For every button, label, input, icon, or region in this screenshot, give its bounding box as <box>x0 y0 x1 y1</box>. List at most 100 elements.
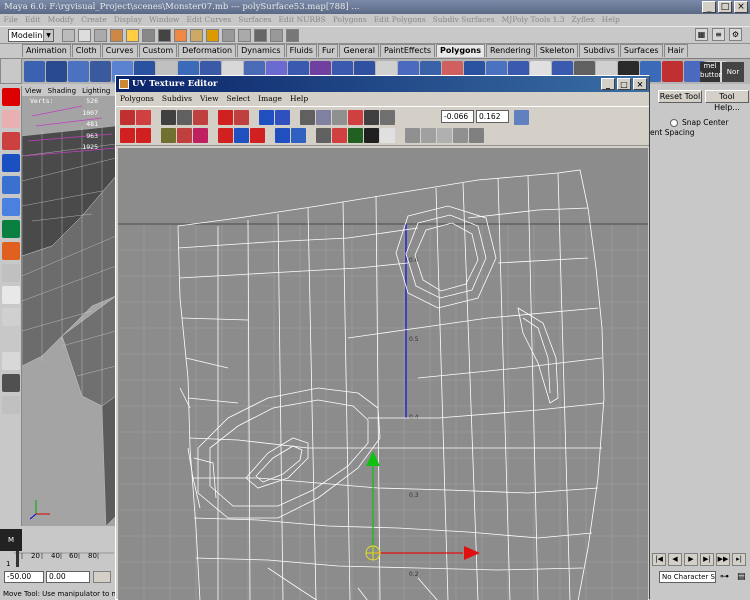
paint-select-icon[interactable] <box>2 132 20 150</box>
shelf-menu-button[interactable] <box>0 58 22 84</box>
shelf-tool-1-icon[interactable] <box>24 61 45 82</box>
go-to-start-icon[interactable]: |◀ <box>652 553 666 566</box>
layout-four-icon[interactable] <box>2 308 20 326</box>
layout-hypershade-icon[interactable] <box>2 396 20 414</box>
menu-display[interactable]: Display <box>110 15 145 24</box>
end-frame-icon[interactable]: ▸| <box>732 553 746 566</box>
shelf-tab-subdivs[interactable]: Subdivs <box>579 44 619 57</box>
snap-curve-icon[interactable] <box>190 29 203 42</box>
uv-tool-a-5-icon[interactable] <box>177 110 192 125</box>
copy-uv-icon[interactable] <box>514 110 529 125</box>
ipr-icon[interactable] <box>270 29 283 42</box>
channel-box-icon[interactable]: ▦ <box>695 28 708 41</box>
step-forward-icon[interactable]: ▶| <box>700 553 714 566</box>
menu-modify[interactable]: Modify <box>44 15 77 24</box>
layout-graph-icon[interactable] <box>2 374 20 392</box>
uv-tool-b-12-icon[interactable] <box>275 128 290 143</box>
tool-help-button[interactable]: Tool Help... <box>705 90 749 112</box>
uv-tool-b-16-icon[interactable] <box>332 128 347 143</box>
menu-zyflex[interactable]: Zyflex <box>568 15 598 24</box>
snap-center-option[interactable]: Snap Center <box>670 118 729 127</box>
viewport-menu-view[interactable]: View <box>22 87 45 95</box>
normals-shelf-icon[interactable]: Nor <box>722 62 744 82</box>
mode-dropdown[interactable]: Modeling ▼ <box>8 29 54 42</box>
maximize-button[interactable]: □ <box>718 1 732 13</box>
tool-settings-icon[interactable]: ⚙ <box>729 28 742 41</box>
shelf-tab-skeleton[interactable]: Skeleton <box>535 44 579 57</box>
menu-edit[interactable]: Edit <box>21 15 44 24</box>
prefs-icon[interactable]: ▤ <box>737 572 746 582</box>
uv-menu-polygons[interactable]: Polygons <box>116 94 158 103</box>
uv-tool-b-1-icon[interactable] <box>120 128 135 143</box>
menu-file[interactable]: File <box>0 15 21 24</box>
reset-tool-button[interactable]: Reset Tool <box>658 90 702 103</box>
menu-window[interactable]: Window <box>145 15 183 24</box>
range-start-field[interactable]: -50.00 <box>4 571 44 583</box>
shelf-tab-polygons[interactable]: Polygons <box>436 44 486 57</box>
menu-edit-nurbs[interactable]: Edit NURBS <box>275 15 329 24</box>
uv-tool-b-21-icon[interactable] <box>405 128 420 143</box>
current-time-field[interactable]: 0.00 <box>46 571 90 583</box>
shelf-tab-rendering[interactable]: Rendering <box>486 44 535 57</box>
range-slider-handle[interactable] <box>93 571 111 583</box>
shelf-tab-dynamics[interactable]: Dynamics <box>237 44 285 57</box>
menu-polygons[interactable]: Polygons <box>329 15 370 24</box>
shelf-tool-3-icon[interactable] <box>68 61 89 82</box>
save-scene-icon[interactable] <box>110 29 123 42</box>
uv-tool-a-15-icon[interactable] <box>316 110 331 125</box>
shelf-tab-animation[interactable]: Animation <box>22 44 71 57</box>
viewport-menu-lighting[interactable]: Lighting <box>79 87 113 95</box>
menu-create[interactable]: Create <box>78 15 111 24</box>
uv-menu-view[interactable]: View <box>196 94 223 103</box>
last-tool-icon[interactable] <box>2 264 20 282</box>
uv-tool-a-19-icon[interactable] <box>380 110 395 125</box>
menu-edit-curves[interactable]: Edit Curves <box>183 15 235 24</box>
shelf-tab-surfaces[interactable]: Surfaces <box>619 44 663 57</box>
minimize-button[interactable]: _ <box>702 1 716 13</box>
shelf-tab-fluids[interactable]: Fluids <box>285 44 317 57</box>
uv-tool-b-8-icon[interactable] <box>218 128 233 143</box>
uv-tool-b-18-icon[interactable] <box>364 128 379 143</box>
uv-tool-b-23-icon[interactable] <box>437 128 452 143</box>
uv-tool-b-4-icon[interactable] <box>161 128 176 143</box>
key-icon[interactable]: ⊶ <box>720 572 729 582</box>
uv-menu-subdivs[interactable]: Subdivs <box>158 94 196 103</box>
uv-close-button[interactable]: × <box>633 78 647 90</box>
history-icon[interactable] <box>238 29 251 42</box>
rotate-icon[interactable] <box>2 176 20 194</box>
shelf-tab-curves[interactable]: Curves <box>101 44 138 57</box>
snap-center-radio[interactable] <box>670 118 678 127</box>
move-icon[interactable] <box>2 154 20 172</box>
snap-grid-icon[interactable] <box>174 29 187 42</box>
render-globals-icon[interactable] <box>286 29 299 42</box>
shelf-tab-custom[interactable]: Custom <box>138 44 178 57</box>
uv-tool-a-8-icon[interactable] <box>218 110 233 125</box>
shelf-tab-cloth[interactable]: Cloth <box>71 44 101 57</box>
u-coordinate-field[interactable]: -0.066 <box>441 110 474 123</box>
shelf-tool-30-icon[interactable] <box>662 61 683 82</box>
uv-tool-b-2-icon[interactable] <box>136 128 151 143</box>
menu-subdiv-surfaces[interactable]: Subdiv Surfaces <box>429 15 498 24</box>
render-icon[interactable] <box>254 29 267 42</box>
menu-surfaces[interactable]: Surfaces <box>235 15 275 24</box>
uv-tool-a-2-icon[interactable] <box>136 110 151 125</box>
uv-tool-b-19-icon[interactable] <box>380 128 395 143</box>
play-icon[interactable]: ▶ <box>684 553 698 566</box>
new-scene-icon[interactable] <box>78 29 91 42</box>
menu-help[interactable]: Help <box>598 15 623 24</box>
uv-menu-help[interactable]: Help <box>286 94 312 103</box>
layout-single-icon[interactable] <box>2 286 20 304</box>
uv-tool-a-9-icon[interactable] <box>234 110 249 125</box>
uv-tool-b-13-icon[interactable] <box>291 128 306 143</box>
select-arrow-icon[interactable] <box>2 88 20 106</box>
menu-mjpoly-tools-1-3[interactable]: MJPoly Tools 1.3 <box>498 15 568 24</box>
uv-tool-a-6-icon[interactable] <box>193 110 208 125</box>
scale-icon[interactable] <box>2 198 20 216</box>
time-slider[interactable] <box>14 550 114 568</box>
uv-tool-b-17-icon[interactable] <box>348 128 363 143</box>
uv-tool-a-16-icon[interactable] <box>332 110 347 125</box>
uv-maximize-button[interactable]: □ <box>617 78 631 90</box>
lasso-icon[interactable] <box>2 110 20 128</box>
shelf-tab-deformation[interactable]: Deformation <box>178 44 237 57</box>
uv-tool-b-9-icon[interactable] <box>234 128 249 143</box>
